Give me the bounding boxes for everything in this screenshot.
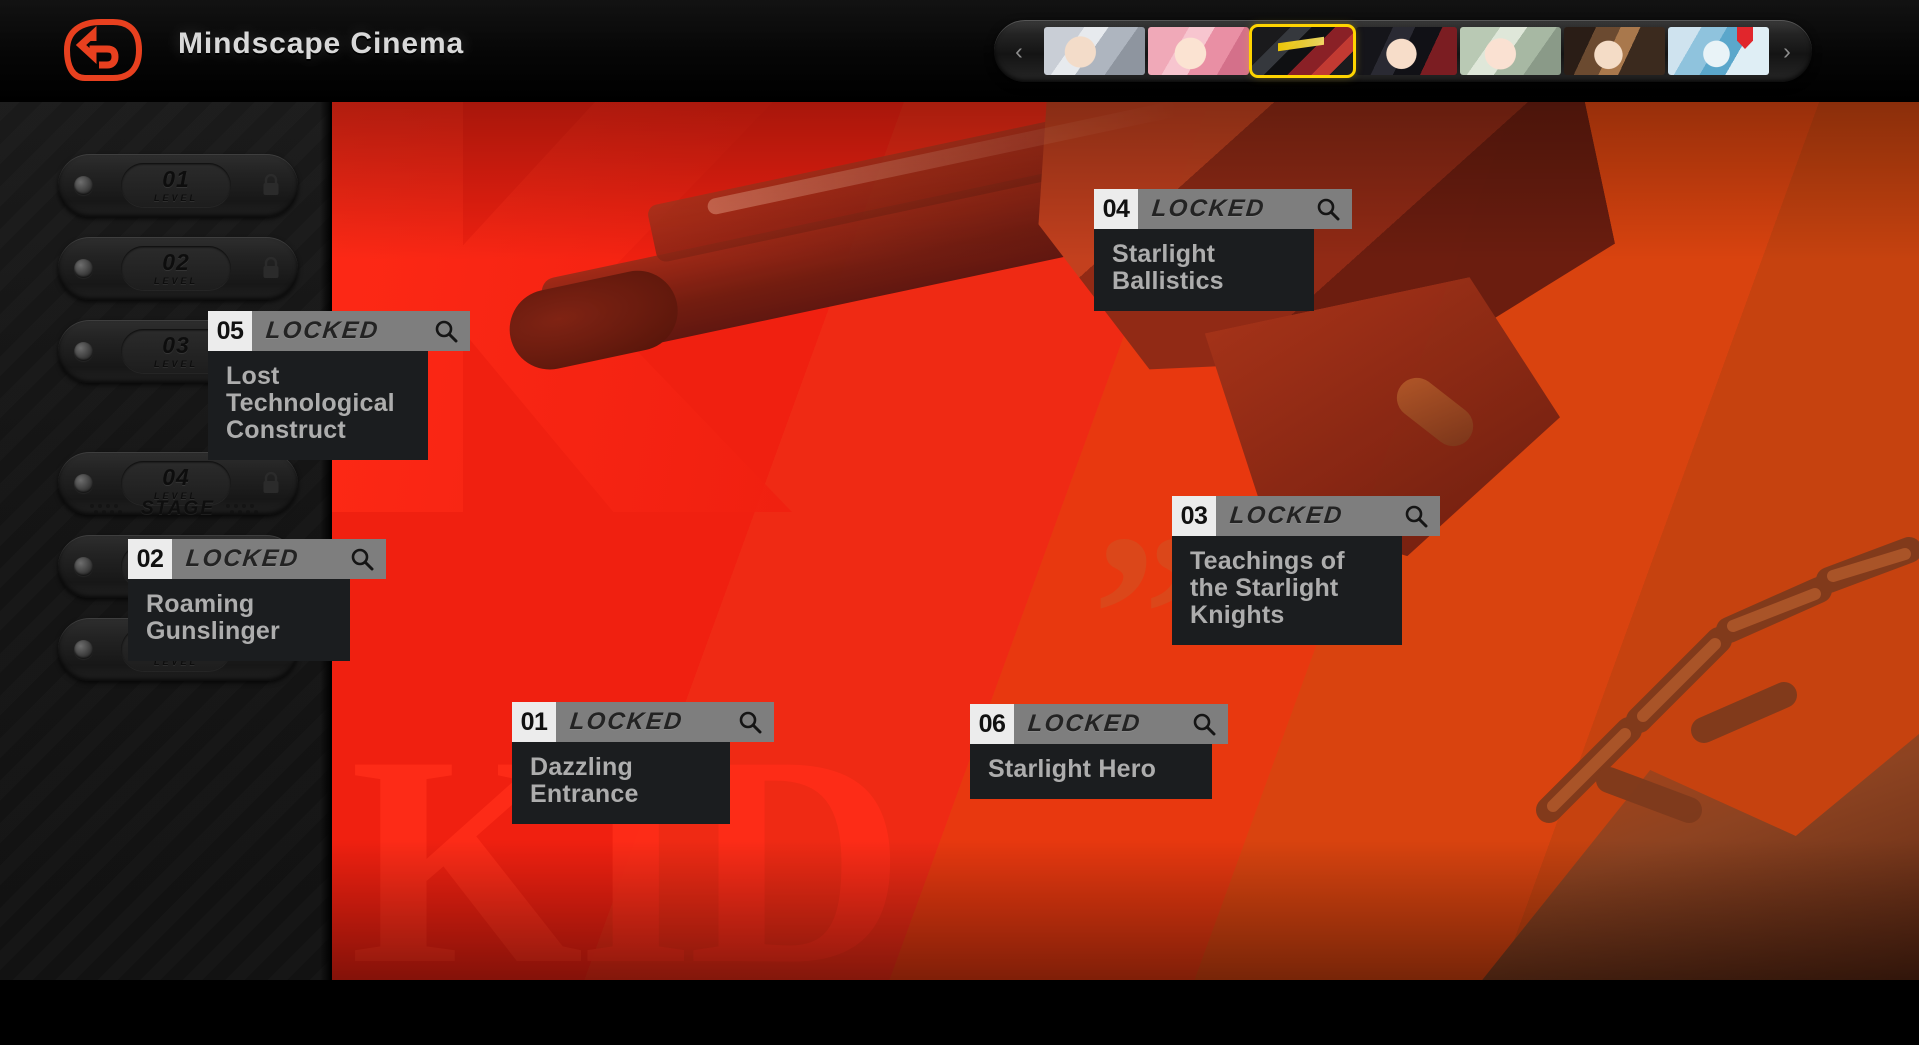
- divider-dots-left-icon: [89, 504, 122, 514]
- character-thumb-char-7[interactable]: [1668, 27, 1769, 75]
- node-index-badge: 05: [208, 311, 252, 351]
- level-number: 02: [162, 249, 190, 275]
- node-status-label: LOCKED: [184, 545, 301, 572]
- node-title: Starlight Hero: [970, 744, 1212, 799]
- node-status-label: LOCKED: [1026, 710, 1143, 737]
- mindscape-node-01[interactable]: 01 LOCKED Dazzling Entrance: [512, 702, 774, 824]
- node-status-bar: LOCKED: [252, 311, 470, 351]
- level-label: LEVEL: [153, 276, 198, 286]
- return-arrow-logo-icon[interactable]: [55, 17, 143, 84]
- node-status-bar: LOCKED: [1014, 704, 1228, 744]
- node-title: Starlight Ballistics: [1094, 229, 1314, 311]
- search-icon[interactable]: [1191, 711, 1217, 737]
- character-thumb-char-1[interactable]: [1044, 27, 1145, 75]
- stage-divider: STAGE: [58, 492, 298, 526]
- level-indicator-dot: [74, 176, 93, 195]
- search-icon[interactable]: [737, 709, 763, 735]
- character-selector-bar[interactable]: ‹ ›: [994, 20, 1812, 82]
- page-title: Mindscape Cinema: [178, 27, 465, 60]
- bottom-letterbox: [0, 980, 1919, 1045]
- level-item-01[interactable]: 01 LEVEL: [58, 154, 298, 217]
- mindscape-node-04[interactable]: 04 LOCKED Starlight Ballistics: [1094, 189, 1352, 311]
- node-header: 06 LOCKED: [970, 704, 1228, 744]
- level-indicator-dot: [74, 259, 93, 278]
- character-thumb-char-2[interactable]: [1148, 27, 1249, 75]
- mindscape-node-03[interactable]: 03 LOCKED Teachings of the Starlight Knights: [1172, 496, 1440, 645]
- node-title: Dazzling Entrance: [512, 742, 730, 824]
- level-indicator-dot: [74, 557, 93, 576]
- stage-divider-label: STAGE: [140, 498, 216, 519]
- level-label: LEVEL: [153, 193, 198, 203]
- node-title: Roaming Gunslinger: [128, 579, 350, 661]
- top-bar: Mindscape Cinema ‹ ›: [0, 0, 1919, 102]
- level-number: 03: [162, 332, 190, 358]
- mindscape-cinema-screen: Mindscape Cinema ‹ › 04 LOCKED Starlight…: [0, 0, 1919, 1045]
- level-item-02[interactable]: 02 LEVEL: [58, 237, 298, 300]
- node-index-badge: 06: [970, 704, 1014, 744]
- node-index-badge: 02: [128, 539, 172, 579]
- character-portrait: [1044, 27, 1145, 75]
- search-icon[interactable]: [349, 546, 375, 572]
- search-icon[interactable]: [1315, 196, 1341, 222]
- character-list: [1044, 24, 1769, 78]
- node-status-label: LOCKED: [568, 708, 685, 735]
- level-number: 04: [162, 464, 190, 490]
- node-header: 01 LOCKED: [512, 702, 774, 742]
- mindscape-node-02[interactable]: 02 LOCKED Roaming Gunslinger: [128, 539, 386, 661]
- character-thumb-char-6[interactable]: [1564, 27, 1665, 75]
- character-next-button[interactable]: ›: [1762, 20, 1812, 82]
- character-prev-button[interactable]: ‹: [994, 20, 1044, 82]
- character-portrait: [1252, 27, 1353, 75]
- node-status-bar: LOCKED: [556, 702, 774, 742]
- lock-icon: [262, 256, 280, 284]
- character-portrait: [1148, 27, 1249, 75]
- mindscape-node-06[interactable]: 06 LOCKED Starlight Hero: [970, 704, 1228, 799]
- node-status-bar: LOCKED: [172, 539, 386, 579]
- node-status-label: LOCKED: [1228, 502, 1345, 529]
- level-number: 01: [162, 166, 190, 192]
- character-thumb-char-3[interactable]: [1249, 24, 1356, 78]
- stage-area: KID ” 04LOCKEDStarlightBallistics05LOCKE…: [0, 102, 1919, 980]
- level-label: LEVEL: [153, 359, 198, 369]
- node-status-bar: LOCKED: [1216, 496, 1440, 536]
- character-thumb-char-4[interactable]: [1356, 27, 1457, 75]
- node-title: Lost Technological Construct: [208, 351, 428, 460]
- node-index-badge: 03: [1172, 496, 1216, 536]
- node-index-badge: 01: [512, 702, 556, 742]
- node-header: 04 LOCKED: [1094, 189, 1352, 229]
- level-indicator-dot: [74, 342, 93, 361]
- level-indicator-dot: [74, 474, 93, 493]
- character-portrait: [1564, 27, 1665, 75]
- search-icon[interactable]: [1403, 503, 1429, 529]
- level-cap: 02 LEVEL: [121, 246, 231, 291]
- mindscape-node-05[interactable]: 05 LOCKED Lost Technological Construct: [208, 311, 470, 460]
- level-cap: 01 LEVEL: [121, 163, 231, 208]
- character-thumb-char-5[interactable]: [1460, 27, 1561, 75]
- node-status-label: LOCKED: [1150, 195, 1267, 222]
- node-status-label: LOCKED: [264, 317, 381, 344]
- divider-dots-right-icon: [226, 504, 259, 514]
- lock-icon: [262, 173, 280, 201]
- node-title: Teachings of the Starlight Knights: [1172, 536, 1402, 645]
- character-portrait: [1356, 27, 1457, 75]
- search-icon[interactable]: [433, 318, 459, 344]
- character-portrait: [1668, 27, 1769, 75]
- level-indicator-dot: [74, 640, 93, 659]
- node-header: 03 LOCKED: [1172, 496, 1440, 536]
- node-index-badge: 04: [1094, 189, 1138, 229]
- node-status-bar: LOCKED: [1138, 189, 1352, 229]
- node-header: 05 LOCKED: [208, 311, 470, 351]
- character-portrait: [1460, 27, 1561, 75]
- node-header: 02 LOCKED: [128, 539, 386, 579]
